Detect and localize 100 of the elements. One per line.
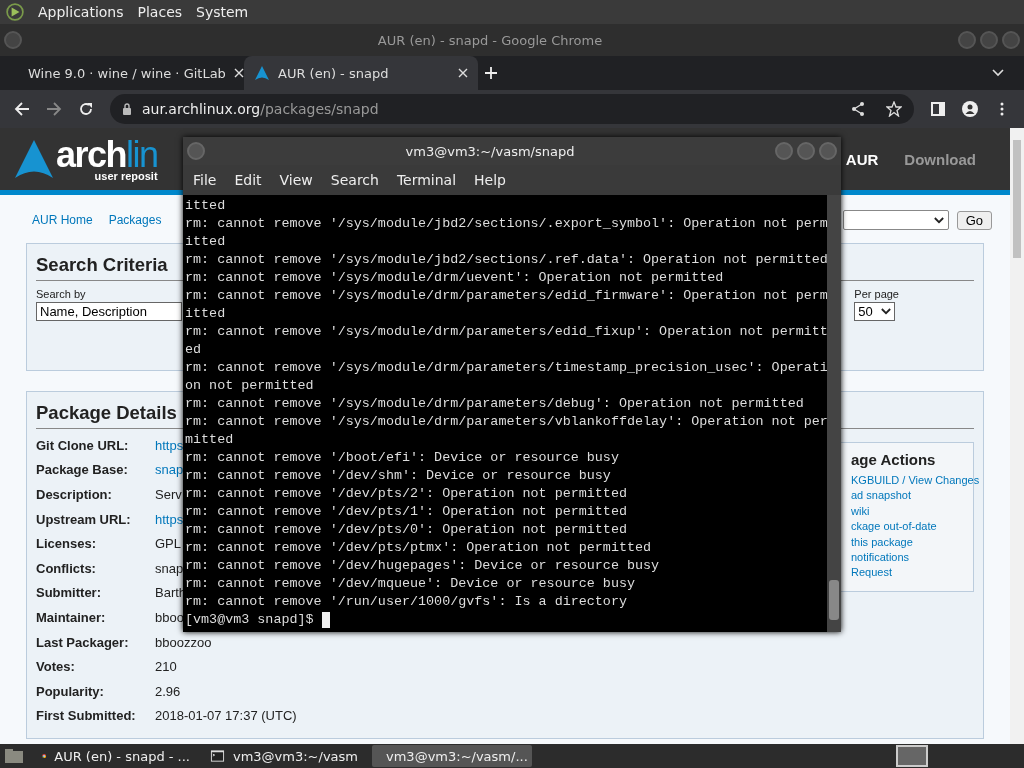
terminal-line: rm: cannot remove '/sys/module/drm/parameters/edid_firmware': Operation not perm: [185, 287, 827, 305]
terminal-icon: [210, 748, 225, 764]
field-label: Per page: [854, 288, 899, 300]
menu-logo-icon[interactable]: [6, 3, 24, 21]
menu-item[interactable]: Terminal: [396, 172, 457, 188]
panel-menu[interactable]: Applications: [38, 4, 124, 20]
action-link[interactable]: ad snapshot: [851, 488, 911, 504]
menu-item[interactable]: File: [193, 172, 217, 188]
terminal-line: rm: cannot remove '/sys/module/drm/parameters/vblankoffdelay': Operation not per: [185, 413, 827, 431]
taskbar-item[interactable]: AUR (en) - snapd - ...: [36, 745, 196, 767]
panel-menu[interactable]: System: [196, 4, 249, 20]
back-icon[interactable]: [14, 101, 30, 117]
detail-value: 2.96: [155, 683, 181, 699]
action-link[interactable]: ckage out-of-date: [851, 519, 937, 535]
nav-link[interactable]: Packages: [108, 213, 162, 227]
action-link[interactable]: Request: [851, 565, 892, 581]
nav-link[interactable]: AUR Home: [32, 213, 93, 227]
site-nav-link[interactable]: AUR: [845, 150, 879, 168]
detail-label: Votes:: [36, 659, 76, 675]
detail-label: Last Packager:: [36, 634, 130, 650]
terminal-line: rm: cannot remove '/dev/pts/1': Operation not permitted: [185, 503, 628, 521]
terminal-line: on not permitted: [185, 377, 315, 395]
terminal-line: rm: cannot remove '/dev/pts/ptmx': Operation not permitted: [185, 539, 653, 557]
text-cursor: [321, 612, 330, 628]
workspace-switcher[interactable]: [896, 745, 928, 767]
terminal-line: itted: [185, 305, 227, 323]
detail-label: Upstream URL:: [36, 511, 132, 527]
terminal-prompt: [vm3@vm3 snapd]$: [185, 611, 314, 629]
detail-label: Description:: [36, 487, 113, 502]
detail-value: Serv: [155, 487, 182, 502]
page-scrollbar[interactable]: [1010, 128, 1024, 744]
detail-label: Package Base:: [36, 462, 129, 478]
menu-item[interactable]: View: [279, 172, 313, 188]
arch-logo-icon: [254, 65, 270, 81]
taskbar-item[interactable]: vm3@vm3:~/vasm: [204, 745, 364, 767]
menu-item[interactable]: Help: [474, 172, 506, 188]
terminal-line: rm: cannot remove '/dev/hugepages': Device or resource busy: [185, 557, 661, 575]
action-link[interactable]: KGBUILD / View Changes: [851, 473, 980, 489]
window-title: vm3@vm3:~/vasm/snapd: [404, 143, 576, 159]
detail-value: bboozzoo: [155, 634, 212, 650]
terminal-line: rm: cannot remove '/boot/efi': Device or resource busy: [185, 449, 620, 467]
terminal-line: rm: cannot remove '/sys/module/drm/parameters/timestamp_precision_usec': Operati: [185, 359, 827, 377]
action-link[interactable]: notifications: [851, 550, 910, 566]
terminal-line: ed: [185, 341, 203, 359]
detail-label: Maintainer:: [36, 609, 107, 625]
dropdown-chevron-icon: [880, 308, 891, 315]
terminal-scrollbar[interactable]: [827, 195, 841, 632]
detail-value[interactable]: snap: [155, 462, 184, 478]
browser-tab[interactable]: AUR (en) - snapd: [244, 56, 478, 90]
share-icon[interactable]: [850, 101, 866, 117]
search-by-select[interactable]: Name, Description: [36, 302, 182, 321]
star-icon[interactable]: [886, 101, 902, 117]
detail-value: 210: [155, 659, 177, 675]
detail-value[interactable]: https: [155, 437, 184, 453]
menu-item[interactable]: Search: [330, 172, 379, 188]
arch-logo-icon: [14, 139, 54, 179]
terminal-line: rm: cannot remove '/run/user/1000/gvfs': Is a directory: [185, 593, 628, 611]
package-select[interactable]: [842, 210, 949, 230]
detail-label: Conflicts:: [36, 560, 97, 576]
window-title: AUR (en) - snapd - Google Chrome: [376, 32, 604, 48]
terminal-line: rm: cannot remove '/sys/module/jbd2/sections/.export_symbol': Operation not perm: [185, 215, 827, 233]
field-label: Search by: [36, 288, 86, 300]
terminal-line: rm: cannot remove '/sys/module/drm/parameters/edid_fixup': Operation not permitt: [185, 323, 827, 341]
terminal-line: rm: cannot remove '/dev/shm': Device or resource busy: [185, 467, 612, 485]
terminal-line: itted: [185, 197, 227, 215]
tab-list-chevron-icon[interactable]: [992, 69, 1004, 77]
detail-label: First Submitted:: [36, 708, 137, 724]
address-bar[interactable]: aur.archlinux.org/packages/snapd: [110, 94, 914, 124]
panel-menu[interactable]: Places: [137, 4, 183, 20]
action-link[interactable]: wiki: [851, 503, 870, 520]
show-desktop-icon[interactable]: [4, 748, 24, 764]
detail-label: Submitter:: [36, 585, 102, 601]
detail-value: snap: [155, 560, 184, 576]
actions-heading: age Actions: [851, 451, 936, 468]
side-panel-icon[interactable]: [930, 101, 946, 117]
new-tab-icon[interactable]: [484, 66, 498, 80]
action-link[interactable]: this package: [851, 534, 913, 551]
close-tab-icon[interactable]: [233, 68, 244, 78]
terminal-line: rm: cannot remove '/dev/pts/2': Operation not permitted: [185, 485, 628, 503]
detail-value: 2018-01-07 17:37 (UTC): [155, 708, 297, 724]
terminal-line: itted: [185, 233, 227, 251]
forward-icon[interactable]: [46, 101, 62, 117]
profile-icon[interactable]: [962, 101, 978, 117]
taskbar-item[interactable]: vm3@vm3:~/vasm/...: [372, 745, 532, 767]
terminal-line: rm: cannot remove '/dev/pts/0': Operation not permitted: [185, 521, 628, 539]
detail-label: Popularity:: [36, 683, 105, 699]
per-page-select[interactable]: 50: [854, 302, 895, 321]
reload-icon[interactable]: [78, 101, 94, 117]
dropdown-chevron-icon: [933, 216, 944, 224]
detail-value: bboo: [155, 609, 184, 625]
terminal-line: rm: cannot remove '/sys/module/jbd2/sections/.ref.data': Operation not permitted: [185, 251, 827, 269]
site-nav-link[interactable]: Download: [904, 150, 976, 168]
detail-value[interactable]: https: [155, 511, 184, 527]
close-tab-icon[interactable]: [458, 68, 468, 78]
browser-tab[interactable]: Wine 9.0 · wine / wine · GitLab: [10, 56, 244, 90]
go-button[interactable]: Go: [956, 210, 992, 230]
detail-value: GPL: [155, 536, 181, 552]
menu-item[interactable]: Edit: [234, 172, 262, 188]
detail-label: Licenses:: [36, 536, 97, 552]
terminal-line: rm: cannot remove '/dev/mqueue': Device or resource busy: [185, 575, 636, 593]
